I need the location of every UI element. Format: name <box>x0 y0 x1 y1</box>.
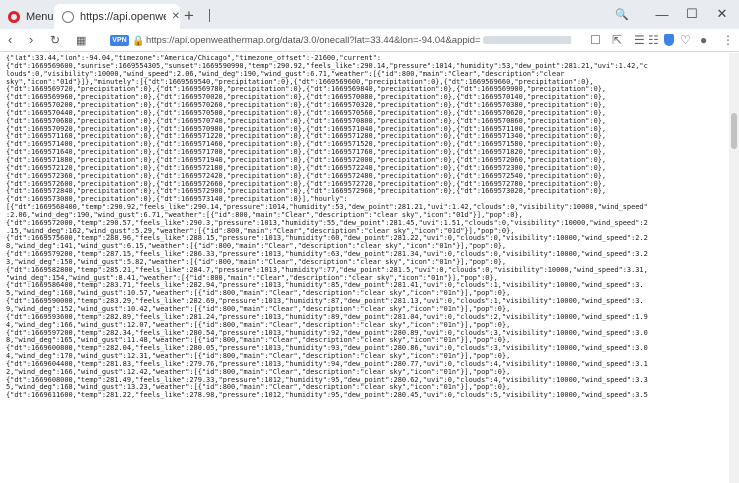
speed-dial-icon[interactable]: ▦ <box>76 32 86 50</box>
opera-logo-icon <box>8 10 20 23</box>
lock-icon[interactable]: 🔒 <box>132 34 144 49</box>
bookmarks-icon[interactable]: ☰ <box>634 33 645 48</box>
close-window-icon[interactable]: ✕ <box>708 4 736 24</box>
url-text: https://api.openweathermap.org/data/3.0/… <box>146 35 481 46</box>
tab-divider <box>209 9 210 22</box>
menu-label: Menu <box>26 10 54 23</box>
address-bar: ‹ › ↻ ▦ VPN 🔒 https://api.openweathermap… <box>0 29 739 52</box>
maximize-icon[interactable]: ☐ <box>678 4 706 24</box>
opera-menu-button[interactable]: Menu <box>0 4 54 29</box>
reader-icon[interactable]: ☷ <box>648 33 659 48</box>
json-text-line: {"dt":1669611600,"temp":281.22,"feels_li… <box>6 391 648 400</box>
reload-icon[interactable]: ↻ <box>50 31 60 49</box>
globe-icon <box>62 10 74 23</box>
new-tab-button[interactable]: + <box>184 6 194 26</box>
vpn-badge[interactable]: VPN <box>110 35 129 46</box>
tab-close-icon[interactable]: ✕ <box>172 11 180 22</box>
tab-active[interactable]: https://api.openweathermap ✕ <box>54 4 180 29</box>
url-field[interactable]: https://api.openweathermap.org/data/3.0/… <box>146 34 571 48</box>
scrollbar-thumb[interactable] <box>731 113 737 149</box>
tab-search-icon[interactable]: 🔍 <box>608 4 636 24</box>
snapshot-icon[interactable]: ☐ <box>590 33 601 48</box>
tab-title: https://api.openweathermap <box>80 10 166 23</box>
tab-bar: Menu https://api.openweathermap ✕ + 🔍 — … <box>0 0 739 29</box>
share-icon[interactable]: ⇱ <box>612 33 622 48</box>
back-icon[interactable]: ‹ <box>8 31 12 49</box>
json-response-body: {"lat":33.44,"lon":-94.04,"timezone":"Am… <box>6 55 728 481</box>
account-icon[interactable]: ● <box>700 33 707 48</box>
minimize-icon[interactable]: — <box>648 4 676 24</box>
redacted-api-key <box>482 36 571 45</box>
heart-icon[interactable]: ♡ <box>680 33 691 48</box>
forward-icon[interactable]: › <box>29 31 33 49</box>
vertical-scrollbar[interactable] <box>729 53 739 483</box>
more-menu-icon[interactable]: ⋮ <box>722 33 734 48</box>
adblock-shield-icon[interactable] <box>664 34 674 46</box>
